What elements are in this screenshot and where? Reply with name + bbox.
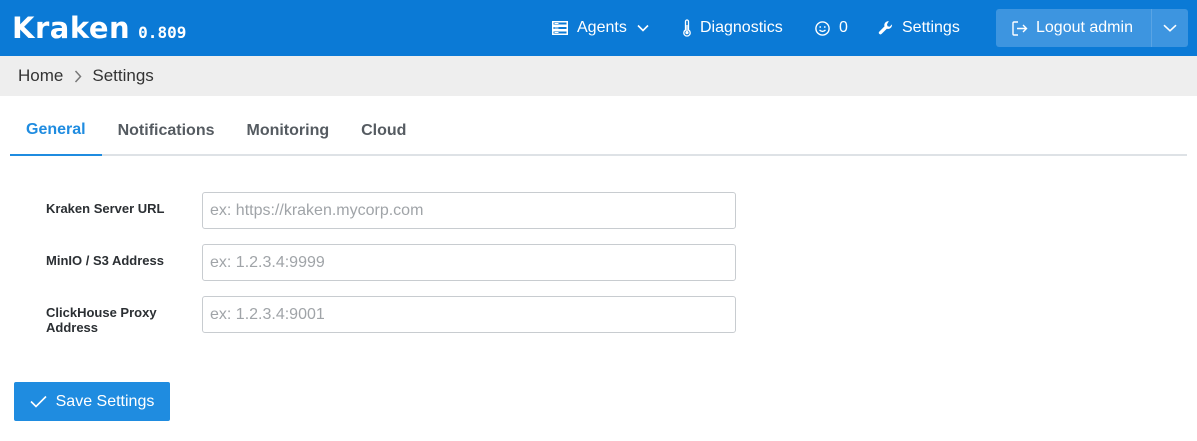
tab-monitoring[interactable]: Monitoring [230,106,345,156]
smiley-icon [815,20,830,36]
logout-button-group: Logout admin [996,9,1188,47]
server-icon [552,21,568,35]
nav-smiley-counter[interactable]: 0 [815,0,848,56]
top-navbar: Kraken 0.809 Agents Diagnostics 0 Settin… [0,0,1197,56]
logout-button[interactable]: Logout admin [996,9,1151,47]
chevron-down-icon [1163,19,1177,37]
logout-label: Logout admin [1036,19,1133,36]
nav-diagnostics[interactable]: Diagnostics [682,0,783,56]
server-url-input[interactable] [202,192,736,229]
tab-general[interactable]: General [10,106,102,156]
clickhouse-proxy-label: ClickHouse Proxy Address [46,305,157,335]
sign-out-icon [1012,20,1028,36]
check-icon [30,395,47,408]
app-name[interactable]: Kraken [12,10,130,46]
nav-settings-label: Settings [902,19,960,36]
nav-agents-label: Agents [577,19,627,36]
clickhouse-proxy-input[interactable] [202,296,736,333]
minio-address-label: MinIO / S3 Address [46,253,164,268]
save-settings-label: Save Settings [55,392,155,410]
breadcrumb-current: Settings [92,66,154,85]
wrench-icon [878,20,894,36]
breadcrumb-home[interactable]: Home [18,66,63,86]
brand-logo[interactable]: Kraken 0.809 [12,10,186,46]
app-version: 0.809 [138,23,187,42]
tab-cloud[interactable]: Cloud [345,106,422,156]
nav-diagnostics-label: Diagnostics [700,19,783,36]
settings-tabs: General Notifications Monitoring Cloud [10,106,1187,156]
nav-settings[interactable]: Settings [878,0,960,56]
tab-notifications[interactable]: Notifications [102,106,231,156]
smiley-count: 0 [839,19,848,36]
breadcrumb: Home Settings [0,56,1197,96]
save-settings-button[interactable]: Save Settings [14,382,170,421]
server-url-label: Kraken Server URL [46,201,165,216]
minio-address-input[interactable] [202,244,736,281]
logout-dropdown-toggle[interactable] [1151,9,1188,47]
chevron-down-icon [637,24,649,32]
chevron-right-icon [74,69,82,83]
thermometer-icon [682,19,692,37]
nav-agents-dropdown[interactable]: Agents [552,0,649,56]
